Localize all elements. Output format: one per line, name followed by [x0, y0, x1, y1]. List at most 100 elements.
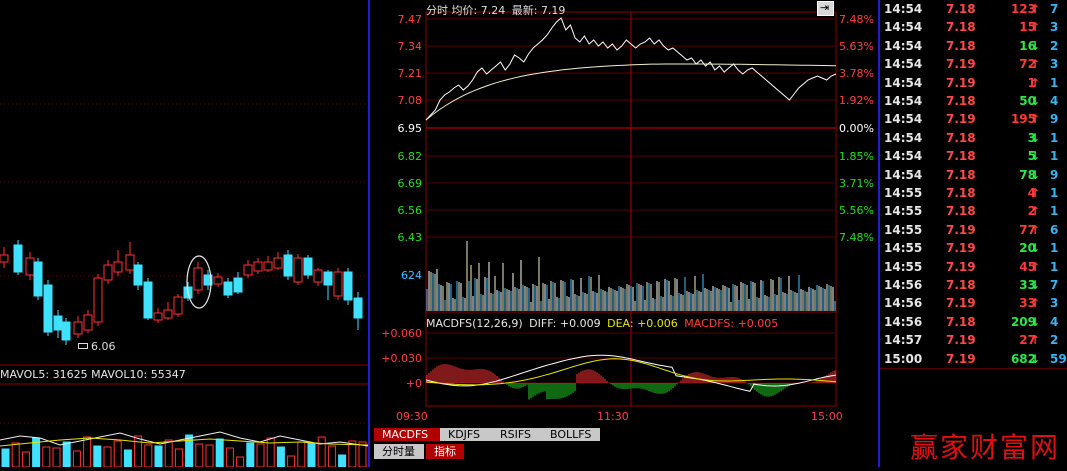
trade-count: 3 — [1050, 20, 1059, 35]
volume-bar-26 — [266, 437, 275, 468]
volume-bar-25 — [256, 443, 265, 468]
trade-count: 1 — [1050, 186, 1059, 200]
price-axis-left-7: 6.56 — [398, 204, 423, 217]
kline-candle-11 — [113, 261, 123, 273]
kline-candle-10 — [103, 264, 113, 281]
arrow-up-icon: ↑ — [1030, 186, 1041, 200]
price-axis-left-5: 6.82 — [398, 150, 423, 163]
trade-time: 14:54 — [884, 130, 923, 145]
watermark: 赢家财富网 — [910, 431, 1061, 464]
arrow-up-icon: ↑ — [1030, 222, 1041, 237]
volume-bar-19 — [195, 443, 204, 468]
trade-row: 14:55 7.18 4 ↑ 1 — [880, 184, 1066, 202]
trade-price: 7.19 — [946, 222, 976, 237]
time-open: 09:30 — [396, 410, 428, 423]
volume-bar-7 — [72, 450, 81, 468]
avg-price-label: 均价: — [451, 4, 478, 17]
kline-candle-35 — [353, 297, 363, 319]
intraday-panel[interactable]: 7.47 7.48% 7.34 5.63% 7.21 3.78% 7.08 1.92% 6.95… — [370, 0, 878, 467]
volume-bar-9 — [93, 445, 102, 468]
arrow-up-icon: ↑ — [1030, 57, 1041, 72]
macd-axis-1: +0.030 — [381, 352, 422, 365]
price-axis-left-4: 6.95 — [398, 122, 423, 135]
volume-bar-24 — [246, 442, 255, 468]
kline-candle-2 — [25, 257, 35, 276]
tab-indicator[interactable]: 指标 — [426, 444, 464, 459]
volume-bar-29 — [297, 441, 306, 468]
price-axis-right-1: 5.63% — [839, 40, 874, 53]
trade-row: 14:54 7.18 5 ↓ 1 — [880, 147, 1066, 165]
exit-button[interactable]: ⇥ — [817, 1, 834, 16]
trade-row: 14:54 7.19 72 ↑ 3 — [880, 55, 1066, 73]
trade-price: 7.19 — [946, 75, 976, 90]
trade-count: 59 — [1050, 351, 1067, 366]
avg-price-value: 7.24 — [480, 4, 506, 17]
kline-candle-28 — [283, 254, 293, 277]
price-axis-left-1: 7.34 — [398, 40, 423, 53]
trade-row: 14:54 7.18 3 ↓ 1 — [880, 129, 1066, 147]
trade-price: 7.19 — [946, 296, 976, 311]
arrow-down-icon: ↓ — [1030, 167, 1041, 182]
arrow-down-icon: ↓ — [1030, 94, 1041, 108]
trade-price: 7.19 — [946, 259, 976, 274]
kline-candle-5 — [53, 315, 63, 331]
trade-price: 7.19 — [946, 241, 976, 256]
trade-count: 1 — [1050, 130, 1059, 145]
macd-name: MACDFS(12,26,9) — [426, 317, 523, 330]
tab-volume[interactable]: 分时量 — [374, 444, 424, 459]
kline-candle-22 — [223, 281, 233, 296]
kline-candle-26 — [263, 261, 273, 271]
trade-time: 14:54 — [884, 20, 923, 35]
kline-candle-13 — [133, 264, 143, 286]
trade-price: 7.19 — [946, 351, 976, 366]
trade-row: 14:54 7.18 16 ↓ 2 — [880, 37, 1066, 55]
volume-bar-6 — [62, 441, 71, 468]
trade-time: 15:00 — [884, 351, 923, 366]
macd-dea: DEA: +0.006 — [607, 317, 678, 330]
trade-count: 1 — [1050, 75, 1059, 90]
trade-time: 14:55 — [884, 186, 923, 200]
arrow-up-icon: ↑ — [1030, 75, 1041, 90]
tab-macdfs[interactable]: MACDFS — [374, 428, 440, 441]
price-axis-left-2: 7.21 — [398, 67, 423, 80]
trade-price: 7.18 — [946, 20, 976, 35]
volume-bar-28 — [287, 455, 296, 468]
last-price-value: 7.19 — [540, 4, 566, 17]
trade-time: 14:56 — [884, 314, 923, 329]
trade-time: 14:56 — [884, 296, 923, 311]
trade-price: 7.18 — [946, 314, 976, 329]
price-axis-right-6: 3.71% — [839, 177, 874, 190]
kline-candle-32 — [323, 271, 333, 286]
trade-time: 14:54 — [884, 94, 923, 108]
trade-time: 14:55 — [884, 241, 923, 256]
last-price-label: 最新: — [511, 4, 538, 17]
price-axis-right-3: 1.92% — [839, 94, 874, 107]
price-axis-left-3: 7.08 — [398, 94, 423, 107]
trade-price: 7.18 — [946, 186, 976, 200]
trade-row: 14:54 7.18 15 ↑ 3 — [880, 18, 1066, 36]
trade-price: 7.19 — [946, 333, 976, 348]
tab-bollfs[interactable]: BOLLFS — [542, 428, 600, 441]
trade-row: 14:54 7.19 1 ↑ 1 — [880, 74, 1066, 92]
arrow-down-icon: ↓ — [1030, 314, 1041, 329]
volume-bar-8 — [83, 436, 92, 468]
price-axis-right-8: 7.48% — [839, 231, 874, 244]
volume-bar-11 — [113, 440, 122, 468]
trade-time: 14:54 — [884, 75, 923, 90]
trade-price: 7.18 — [946, 204, 976, 219]
time-close: 15:00 — [811, 410, 843, 423]
trade-time: 14:54 — [884, 57, 923, 72]
trade-count: 9 — [1050, 112, 1059, 127]
trade-count: 2 — [1050, 38, 1059, 53]
kline-panel[interactable]: 6.06 MAVOL5: 31625 MAVOL10: 55347 — [0, 0, 369, 468]
tab-rsifs[interactable]: RSIFS — [492, 428, 542, 441]
tab-kdjfs[interactable]: KDJFS — [440, 428, 492, 441]
volume-bar-13 — [134, 435, 143, 468]
arrow-up-icon: ↑ — [1030, 296, 1041, 311]
volume-bar-14 — [144, 444, 153, 468]
kline-candle-14 — [143, 281, 153, 319]
trade-ticker[interactable]: 14:54 7.18 123 ↑ 7 14:54 7.18 15 ↑ 3 14:54 7.18 16 ↓ 2… — [880, 0, 1067, 467]
macd-macdfs: MACDFS: +0.005 — [684, 317, 779, 330]
volume-bar-2 — [21, 451, 30, 468]
macd-diff: DIFF: +0.009 — [529, 317, 601, 330]
